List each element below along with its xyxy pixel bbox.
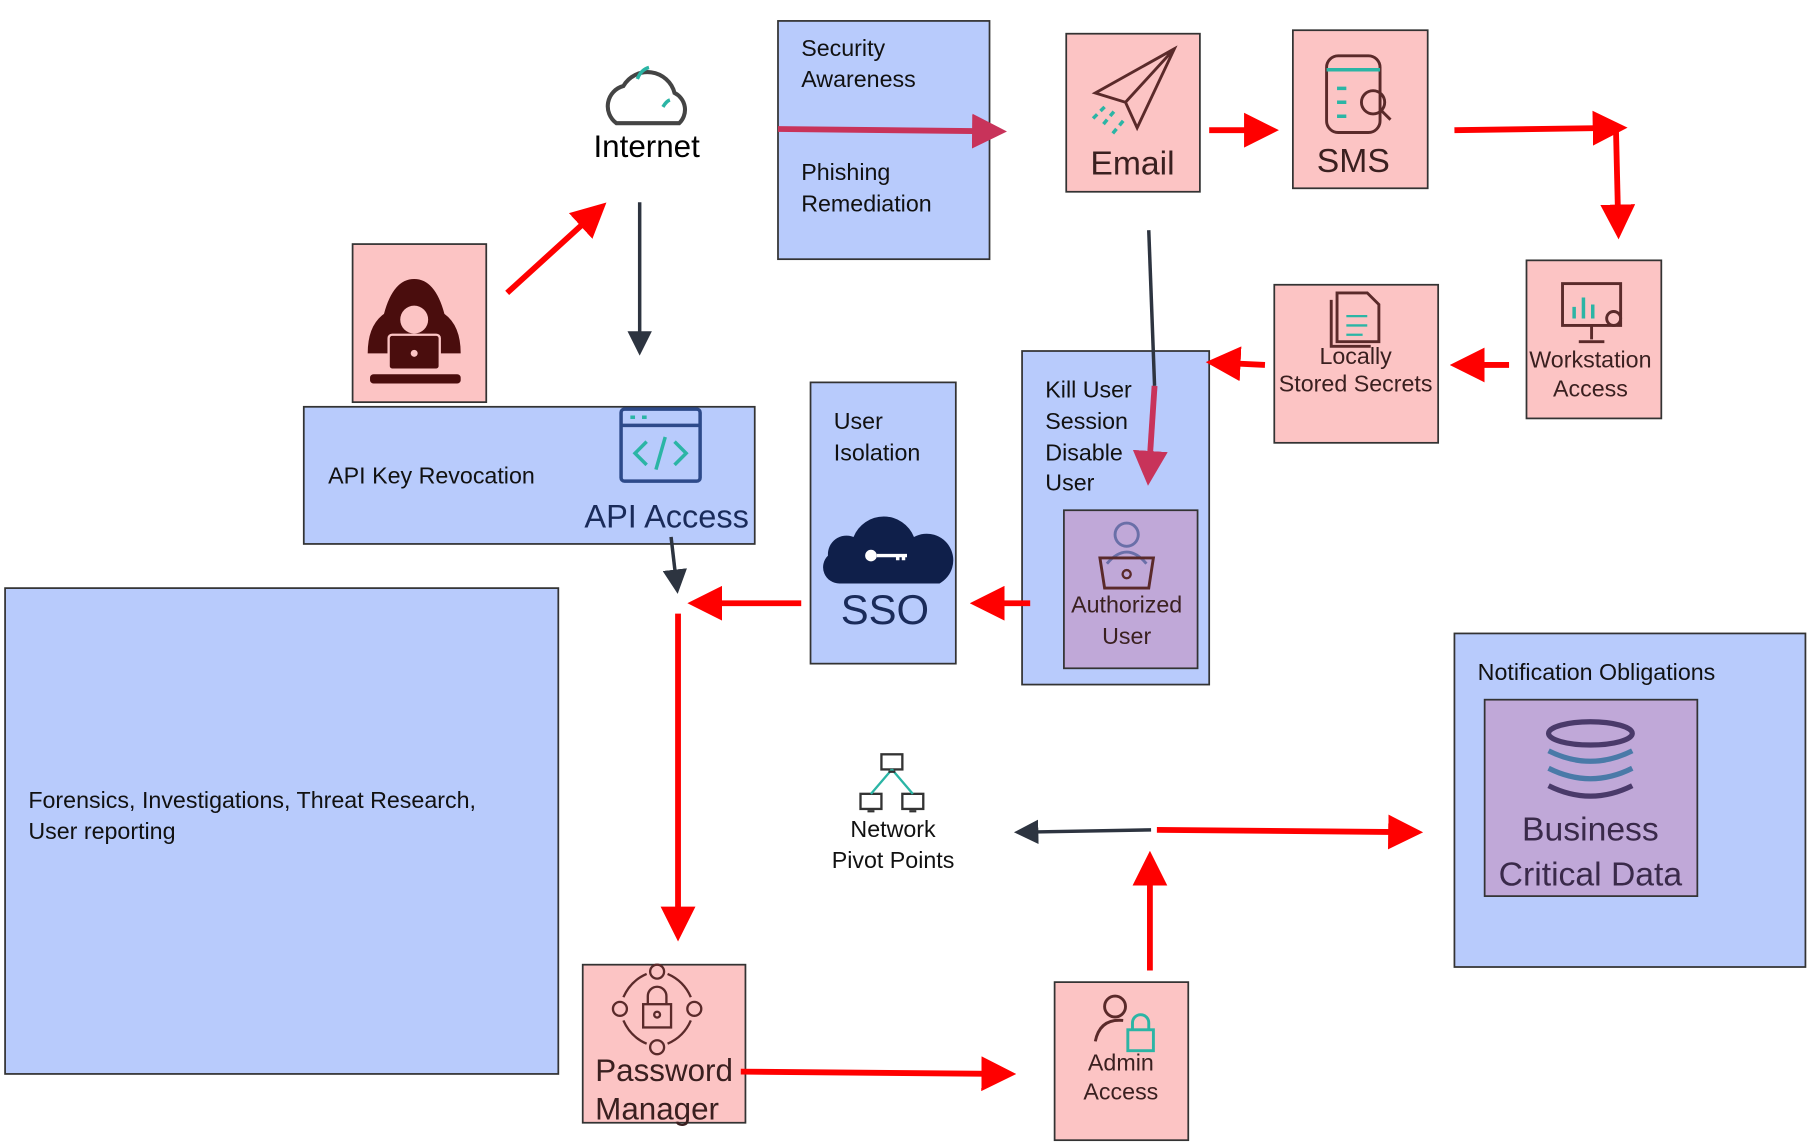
secrets-line2: Stored Secrets xyxy=(1279,371,1433,397)
security-awareness-box: Security Awareness Phishing Remediation xyxy=(777,20,991,261)
api-access-box: API Key Revocation API Access xyxy=(302,405,756,545)
notification-obligations-box: Notification Obligations Business Critic… xyxy=(1453,632,1807,968)
locally-stored-secrets-node: Locally Stored Secrets xyxy=(1273,283,1440,444)
email-label: Email xyxy=(1090,144,1174,182)
workstation-access-node: Workstation Access xyxy=(1525,259,1663,420)
arrow-hacker-to-internet xyxy=(505,202,607,296)
kill-user-session-box: Kill User Session Disable User Authorize… xyxy=(1021,350,1211,686)
admin-line1: Admin xyxy=(1088,1049,1154,1075)
network-line2: Pivot Points xyxy=(832,847,955,873)
user-isolation-line1: User xyxy=(834,408,883,434)
sso-label: SSO xyxy=(841,586,929,633)
network-pivot-node: Network Pivot Points xyxy=(832,753,955,873)
security-line2: Awareness xyxy=(801,66,916,92)
arrow-to-network-pivot xyxy=(1013,819,1152,845)
forensics-box: Forensics, Investigations, Threat Resear… xyxy=(4,587,560,1075)
password-line2: Manager xyxy=(595,1091,719,1126)
admin-line2: Access xyxy=(1083,1079,1158,1105)
sms-node: SMS xyxy=(1292,29,1429,190)
network-line1: Network xyxy=(850,816,936,842)
cloud-icon xyxy=(605,70,688,126)
business-line2: Critical Data xyxy=(1499,856,1683,894)
business-line1: Business xyxy=(1522,810,1659,848)
forensics-line2: User reporting xyxy=(28,818,175,844)
kill-line3: Disable xyxy=(1045,439,1123,465)
kill-line2: Session xyxy=(1045,408,1128,434)
arrow-security-to-email xyxy=(777,113,1007,149)
kill-line4: User xyxy=(1045,469,1094,495)
authorized-line1: Authorized xyxy=(1071,592,1182,618)
password-manager-node: Password Manager xyxy=(581,963,747,1126)
workstation-line2: Access xyxy=(1553,375,1628,401)
notification-label: Notification Obligations xyxy=(1478,659,1716,685)
email-node: Email xyxy=(1065,32,1201,193)
user-isolation-line2: Isolation xyxy=(834,439,921,465)
api-key-revocation-label: API Key Revocation xyxy=(328,463,535,489)
arrow-password-to-admin xyxy=(740,1056,1017,1092)
arrow-secrets-to-kill xyxy=(1205,346,1266,382)
authorized-line2: User xyxy=(1102,623,1151,649)
diagram: Forensics, Investigations, Threat Resear… xyxy=(4,20,1807,1142)
sms-label: SMS xyxy=(1317,142,1390,180)
arrow-to-workstation xyxy=(1600,130,1636,240)
arrow-to-business-data xyxy=(1156,814,1424,850)
password-line1: Password xyxy=(595,1053,733,1088)
hacker-node xyxy=(351,243,488,404)
phishing-line2: Remediation xyxy=(801,191,931,217)
kill-line1: Kill User xyxy=(1045,376,1132,402)
phishing-line1: Phishing xyxy=(801,159,890,185)
internet-node: Internet xyxy=(593,65,700,164)
arrow-sms-right xyxy=(1454,110,1628,146)
secrets-line1: Locally xyxy=(1319,343,1392,369)
workstation-line1: Workstation xyxy=(1529,346,1651,372)
network-icon xyxy=(859,753,925,813)
forensics-line1: Forensics, Investigations, Threat Resear… xyxy=(28,787,476,813)
internet-label: Internet xyxy=(593,129,700,164)
sso-box: User Isolation SSO xyxy=(809,381,957,665)
security-line1: Security xyxy=(801,35,885,61)
api-access-label: API Access xyxy=(584,499,749,535)
admin-access-node: Admin Access xyxy=(1053,981,1190,1142)
